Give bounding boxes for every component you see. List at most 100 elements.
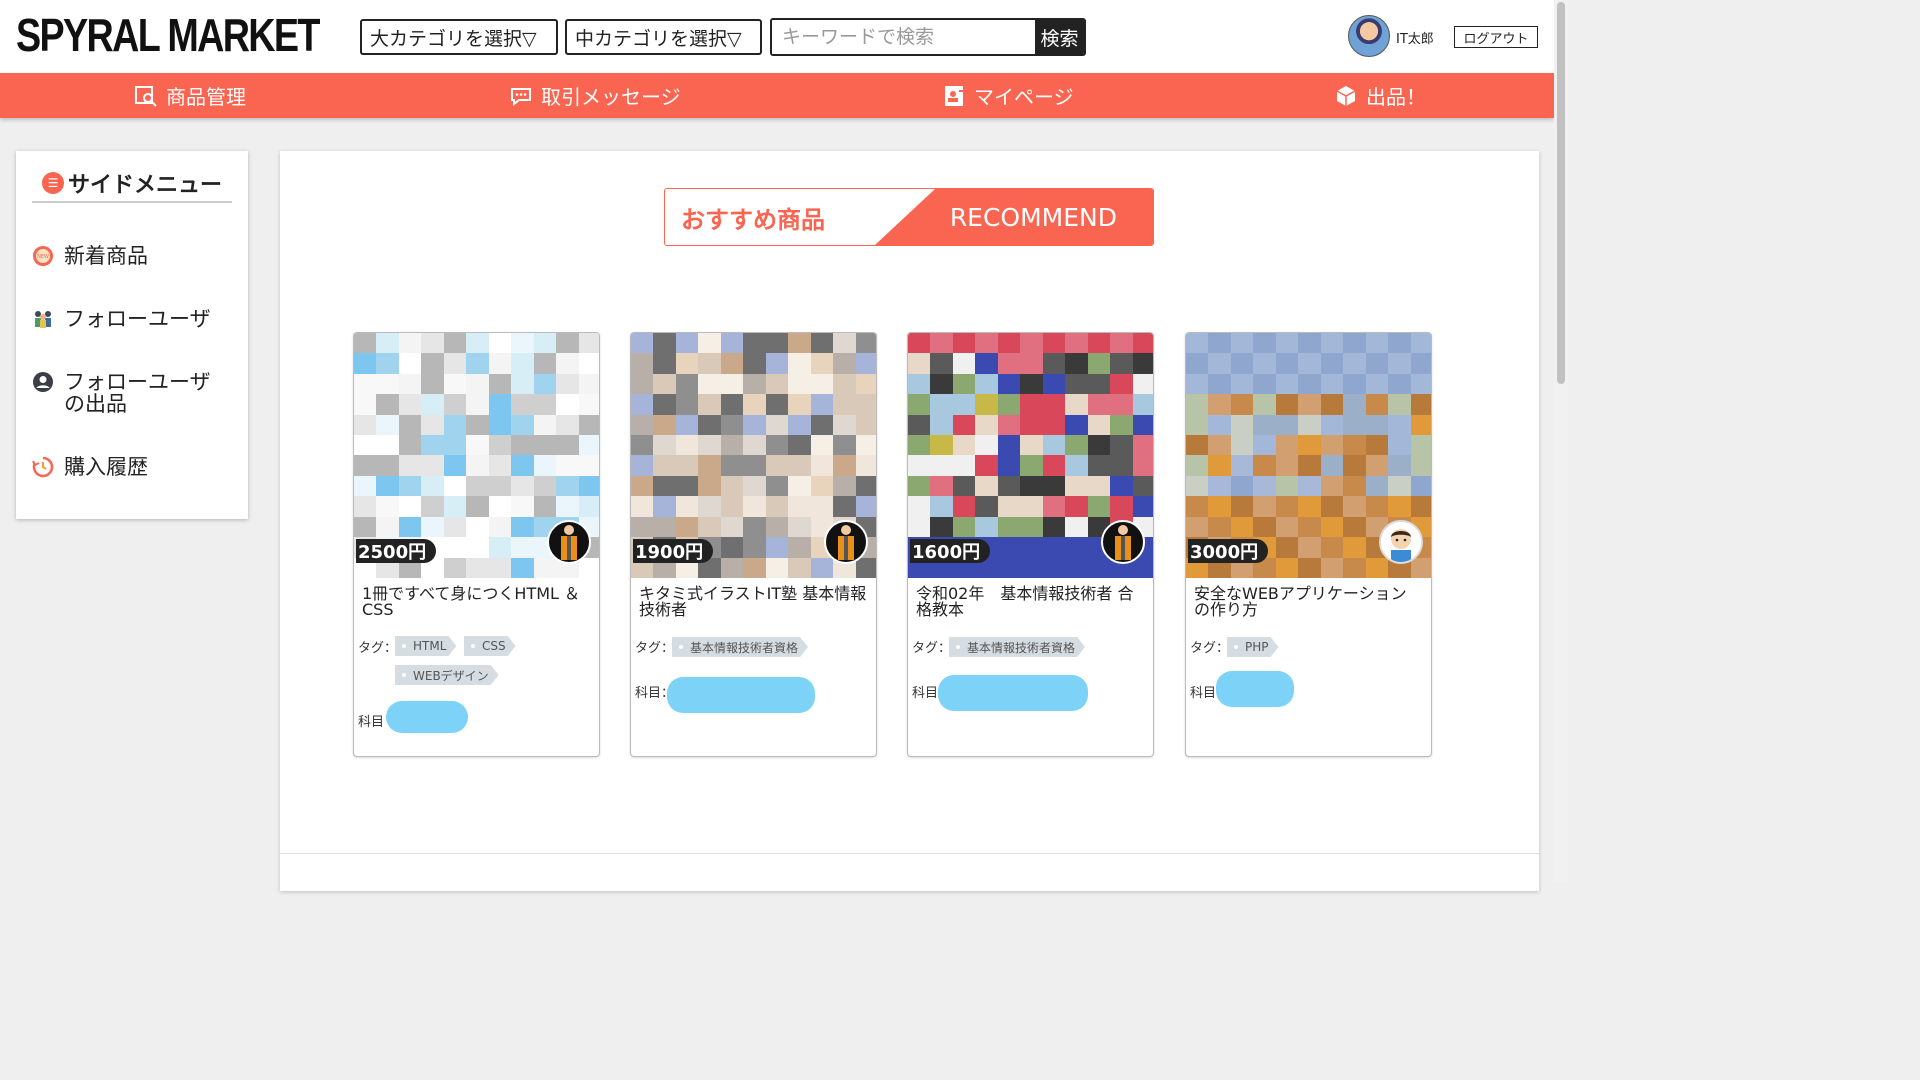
product-card[interactable]: 1900円 キタミ式イラストIT塾 基本情報技術者 タグ： 基本情報技術者資格 … — [630, 332, 877, 757]
image-mosaic-cell — [833, 333, 856, 354]
image-mosaic-cell — [631, 435, 654, 456]
medium-category-select[interactable]: 中カテゴリを選択▽ — [565, 19, 762, 55]
image-mosaic-cell — [1320, 435, 1344, 456]
image-mosaic-cell — [1343, 475, 1366, 497]
image-mosaic-cell — [1110, 414, 1133, 436]
page-scrollbar[interactable] — [1554, 0, 1568, 882]
image-mosaic-cell — [556, 353, 579, 374]
image-mosaic-cell — [1298, 557, 1321, 578]
tag[interactable]: CSS — [464, 636, 516, 656]
logo[interactable]: SPYRAL MARKET — [16, 8, 320, 62]
image-mosaic-cell — [1410, 353, 1431, 374]
image-mosaic-cell — [930, 373, 953, 395]
logout-button[interactable]: ログアウト — [1454, 26, 1538, 48]
image-mosaic-cell — [1298, 537, 1321, 558]
image-mosaic-cell — [631, 333, 654, 354]
image-mosaic-cell — [908, 373, 931, 395]
seller-avatar[interactable] — [547, 520, 591, 564]
image-mosaic-cell — [578, 475, 599, 497]
recommend-banner: おすすめ商品 RECOMMEND — [664, 188, 1154, 246]
image-mosaic-cell — [1253, 496, 1276, 517]
user-avatar[interactable] — [1348, 15, 1390, 57]
image-mosaic-cell — [952, 516, 976, 538]
nav-product-management[interactable]: 商品管理 — [134, 73, 246, 118]
image-mosaic-cell — [833, 394, 856, 415]
image-mosaic-cell — [810, 394, 834, 415]
image-mosaic-cell — [1065, 496, 1088, 517]
image-mosaic-cell — [1253, 333, 1276, 354]
product-card[interactable]: 2500円 1冊ですべて身につくHTML ＆ CSS タグ： HTML CSS … — [353, 332, 600, 757]
product-image[interactable]: 1600円 — [908, 333, 1153, 578]
image-mosaic-cell — [1275, 373, 1299, 395]
product-title[interactable]: 令和02年 基本情報技術者 合格教本 — [916, 586, 1146, 618]
image-mosaic-cell — [1020, 496, 1043, 517]
image-mosaic-cell — [354, 496, 377, 517]
image-mosaic-cell — [1110, 435, 1133, 456]
search-input[interactable] — [772, 20, 1035, 54]
product-title[interactable]: 安全なWEBアプリケーション の作り方 — [1194, 586, 1424, 618]
image-mosaic-cell — [788, 475, 811, 497]
image-mosaic-cell — [653, 516, 676, 538]
image-mosaic-cell — [1253, 394, 1276, 415]
product-image[interactable]: 2500円 — [354, 333, 599, 578]
image-mosaic-cell — [631, 516, 654, 538]
image-mosaic-cell — [631, 455, 654, 476]
image-mosaic-cell — [1042, 557, 1066, 578]
image-mosaic-cell — [1042, 353, 1066, 374]
product-image[interactable]: 3000円 — [1186, 333, 1431, 578]
image-mosaic-cell — [855, 333, 876, 354]
image-mosaic-cell — [556, 435, 579, 456]
image-mosaic-cell — [376, 516, 399, 538]
side-menu-item-new[interactable]: NEW 新着商品 — [32, 245, 148, 267]
tag[interactable]: WEBデザイン — [395, 665, 499, 685]
image-mosaic-cell — [1320, 475, 1344, 497]
side-menu-item-purchase-history[interactable]: 購入履歴 — [32, 456, 148, 478]
tag[interactable]: 基本情報技術者資格 — [672, 637, 808, 657]
image-mosaic-cell — [788, 414, 811, 436]
image-mosaic-cell — [1230, 496, 1254, 517]
image-mosaic-cell — [1186, 475, 1209, 497]
image-mosaic-cell — [1275, 475, 1299, 497]
image-mosaic-cell — [398, 435, 422, 456]
image-mosaic-cell — [1320, 557, 1344, 578]
image-mosaic-cell — [653, 394, 676, 415]
image-mosaic-cell — [997, 333, 1021, 354]
product-title[interactable]: キタミ式イラストIT塾 基本情報技術者 — [639, 586, 869, 618]
product-card[interactable]: 3000円 安全なWEBアプリケーション の作り方 タグ： PHP 科目 — [1185, 332, 1432, 757]
image-mosaic-cell — [997, 537, 1021, 558]
scrollbar-thumb[interactable] — [1557, 2, 1565, 384]
product-image[interactable]: 1900円 — [631, 333, 876, 578]
image-mosaic-cell — [354, 475, 377, 497]
product-card[interactable]: 1600円 令和02年 基本情報技術者 合格教本 タグ： 基本情報技術者資格 科… — [907, 332, 1154, 757]
search-box: 検索 — [770, 18, 1086, 56]
image-mosaic-cell — [376, 353, 399, 374]
large-category-select[interactable]: 大カテゴリを選択▽ — [360, 19, 558, 55]
side-menu-item-follow-user-listings[interactable]: フォローユーザ の出品 — [32, 371, 211, 415]
seller-avatar[interactable] — [1379, 520, 1423, 564]
image-mosaic-cell — [1020, 516, 1043, 538]
image-mosaic-cell — [1410, 373, 1431, 395]
search-button[interactable]: 検索 — [1035, 20, 1084, 54]
tag[interactable]: HTML — [395, 636, 456, 656]
image-mosaic-cell — [930, 414, 953, 436]
tag[interactable]: PHP — [1227, 637, 1279, 657]
image-mosaic-cell — [1230, 516, 1254, 538]
image-mosaic-cell — [398, 455, 422, 476]
seller-avatar[interactable] — [1101, 520, 1145, 564]
image-mosaic-cell — [533, 414, 557, 436]
seller-avatar[interactable] — [824, 520, 868, 564]
image-mosaic-cell — [1253, 455, 1276, 476]
image-mosaic-cell — [1320, 353, 1344, 374]
image-mosaic-cell — [466, 353, 489, 374]
image-mosaic-cell — [1065, 557, 1088, 578]
nav-mypage[interactable]: マイページ — [942, 73, 1074, 118]
image-mosaic-cell — [466, 435, 489, 456]
tag[interactable]: 基本情報技術者資格 — [949, 637, 1085, 657]
side-menu-item-follow-users[interactable]: フォローユーザ — [32, 308, 211, 330]
product-title[interactable]: 1冊ですべて身につくHTML ＆ CSS — [362, 586, 592, 618]
image-mosaic-cell — [743, 496, 766, 517]
nav-sell[interactable]: 出品！ — [1334, 73, 1426, 118]
image-mosaic-cell — [1020, 353, 1043, 374]
message-icon — [511, 87, 531, 106]
nav-messages[interactable]: 取引メッセージ — [509, 73, 681, 118]
